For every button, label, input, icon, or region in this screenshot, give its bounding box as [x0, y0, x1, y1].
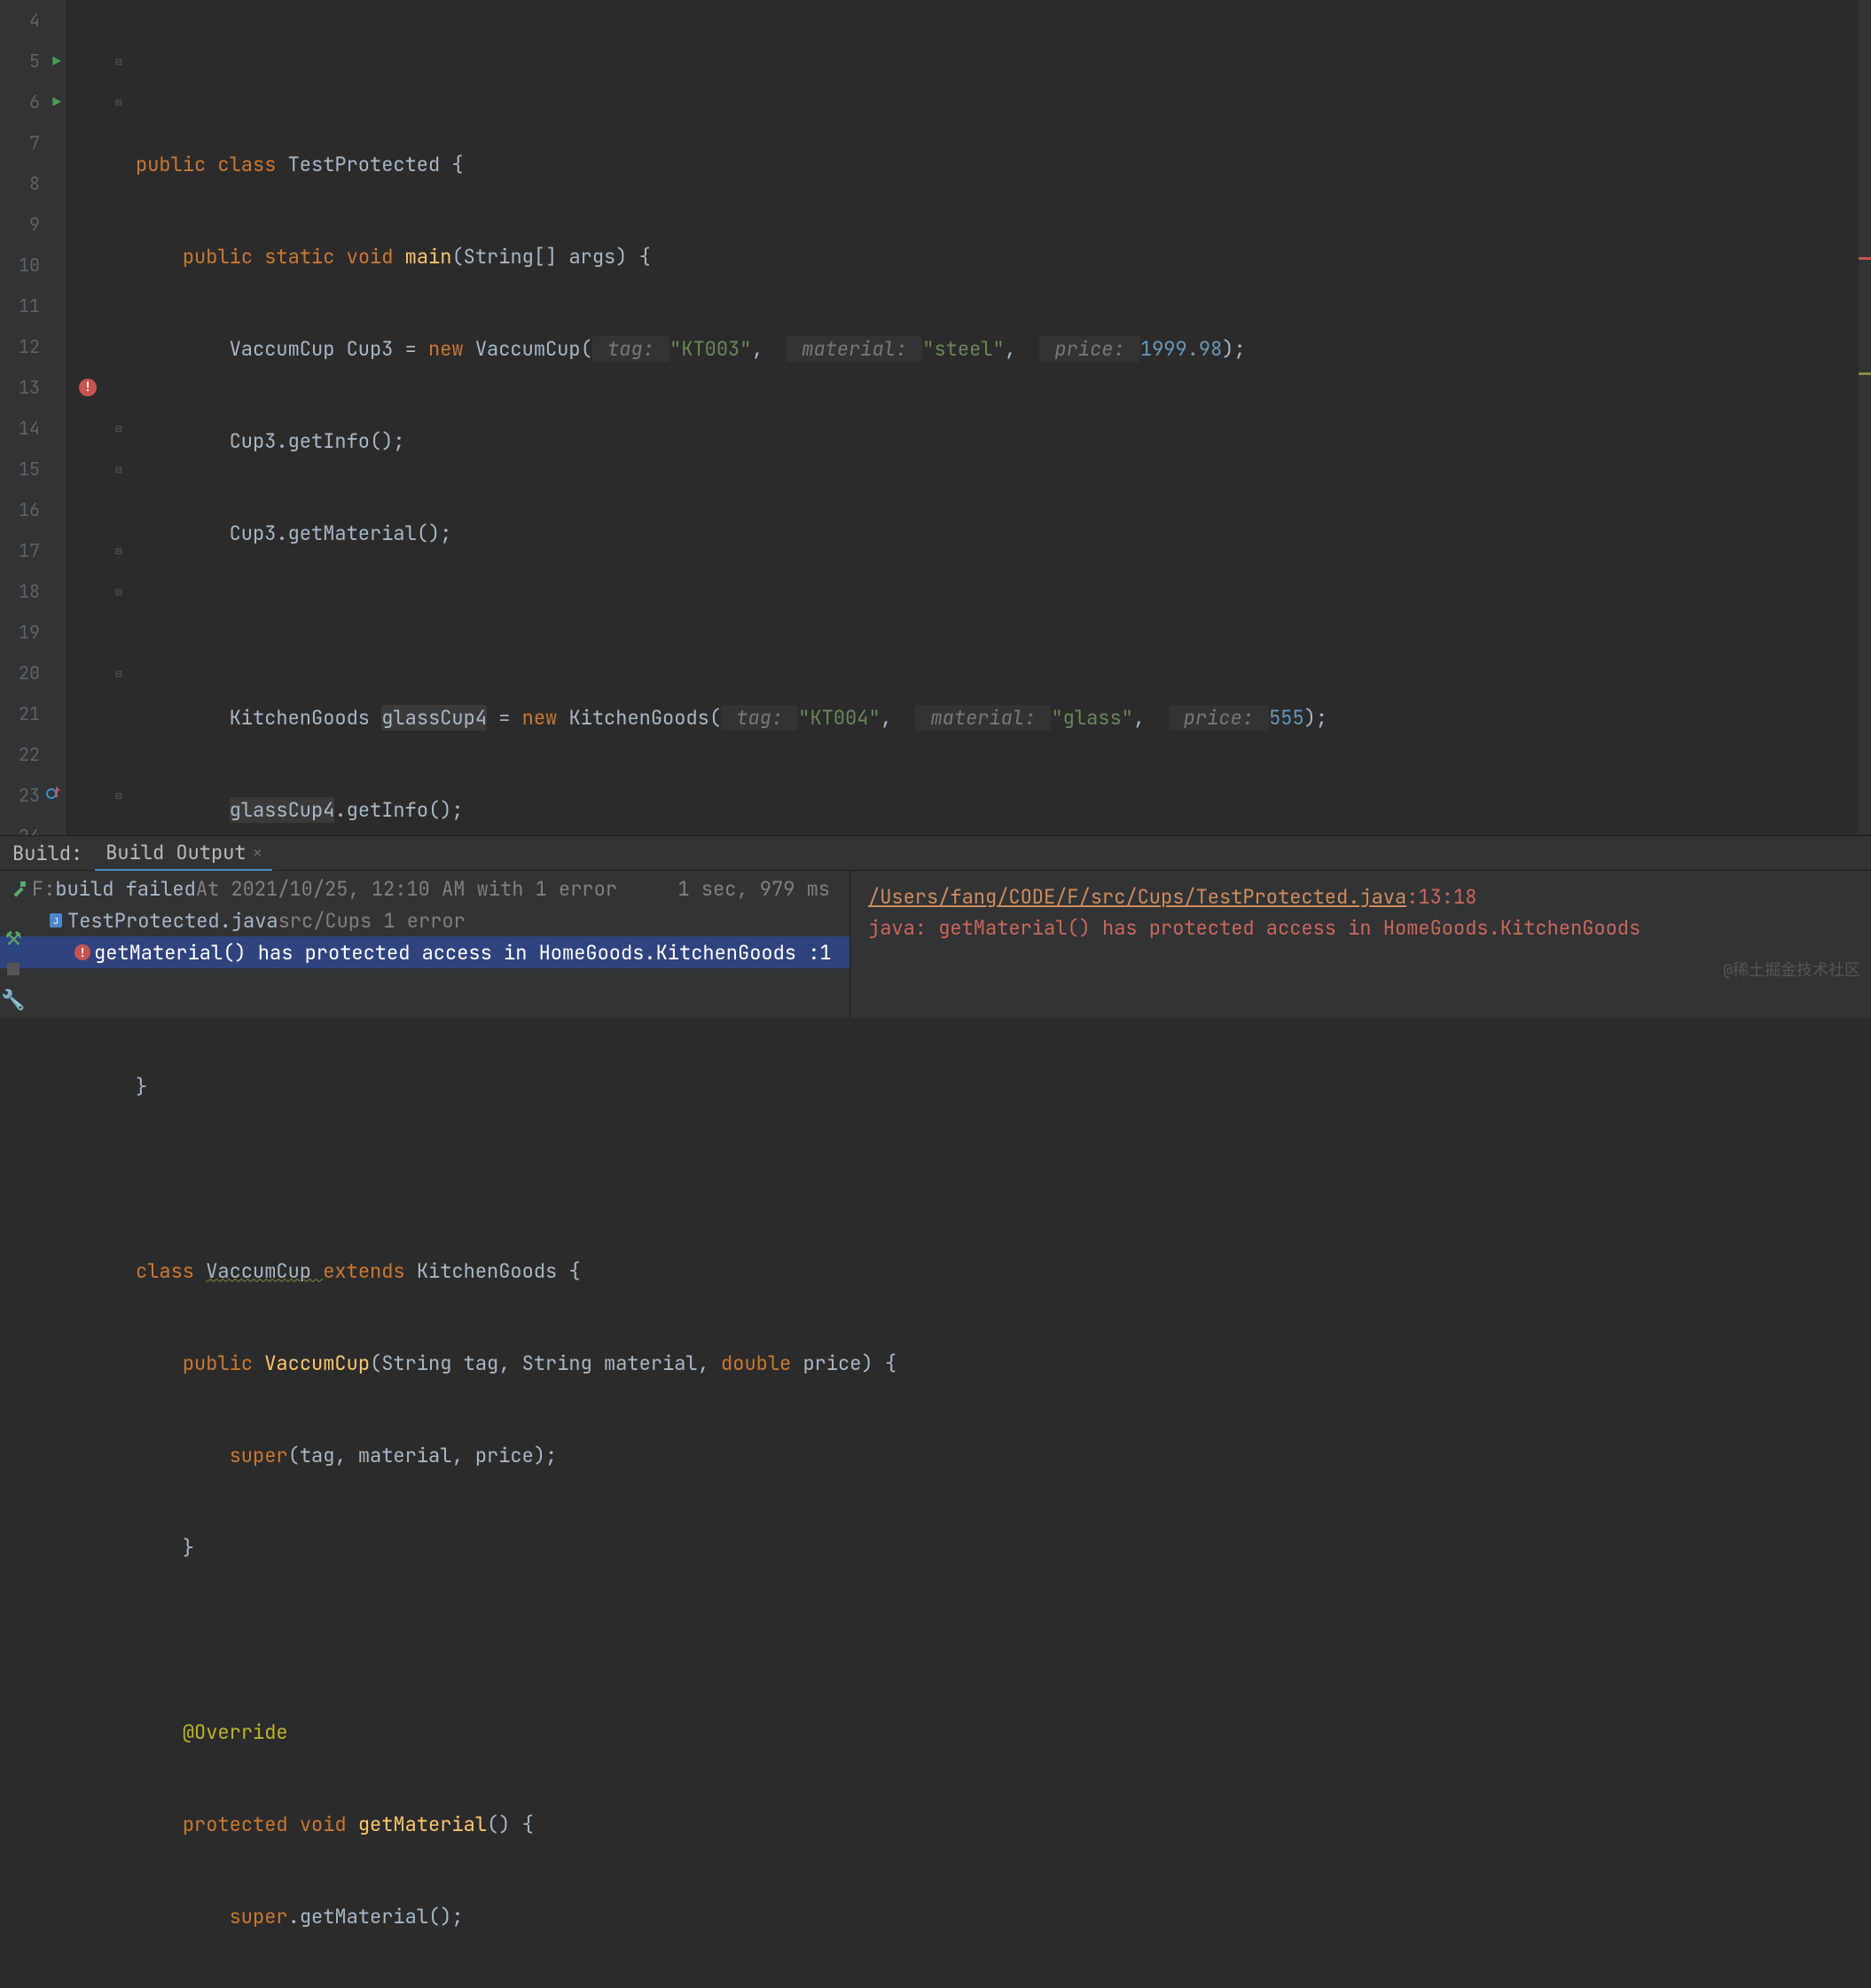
fold-gutter: ⊟ ⊟ ⊟ ⊟ ⊟ ⊟ ⊟ ⊟ — [111, 0, 127, 836]
build-timing: 1 sec, 979 ms — [677, 876, 849, 902]
line-number[interactable]: 16 — [0, 489, 65, 530]
fold-toggle[interactable]: ⊟ — [111, 775, 127, 816]
build-root[interactable]: F: build failed At 2021/10/25, 12:10 AM … — [0, 873, 849, 904]
line-number[interactable]: 7 — [0, 122, 65, 163]
error-stripe[interactable] — [1859, 0, 1871, 834]
editor-area: 4 5▶ 6▶ 7 8 9 10 11 12 13 14 15 16 17 18… — [0, 0, 1871, 836]
line-number[interactable]: 17 — [0, 530, 65, 571]
line-number[interactable]: 8 — [0, 163, 65, 204]
hammer-icon[interactable]: ⚒ — [4, 926, 22, 951]
line-number[interactable]: 15 — [0, 449, 65, 489]
line-number[interactable]: 23 — [0, 775, 65, 816]
build-detail[interactable]: /Users/fang/CODE/F/src/Cups/TestProtecte… — [850, 871, 1871, 1019]
line-number[interactable]: 10 — [0, 245, 65, 286]
marks-gutter: ! — [65, 0, 111, 836]
build-tabs: Build: Build Output✕ — [0, 836, 1871, 871]
watermark: @稀土掘金技术社区 — [1723, 958, 1860, 981]
line-number-gutter[interactable]: 4 5▶ 6▶ 7 8 9 10 11 12 13 14 15 16 17 18… — [0, 0, 66, 857]
close-icon[interactable]: ✕ — [254, 843, 262, 862]
file-link[interactable]: /Users/fang/CODE/F/src/Cups/TestProtecte… — [868, 884, 1406, 910]
error-mark[interactable]: ! — [65, 367, 111, 408]
fold-toggle[interactable]: ⊟ — [111, 82, 127, 122]
line-number[interactable]: 21 — [0, 693, 65, 734]
error-bulb-icon[interactable]: ! — [79, 379, 97, 396]
tab-build-output[interactable]: Build Output✕ — [95, 835, 272, 871]
line-number[interactable]: 12 — [0, 326, 65, 367]
build-tree[interactable]: F: build failed At 2021/10/25, 12:10 AM … — [0, 871, 850, 1019]
svg-text:J: J — [53, 915, 59, 927]
fold-close[interactable]: ⊟ — [111, 449, 127, 489]
build-panel: Build: Build Output✕ F: build failed At … — [0, 835, 1871, 1018]
stop-icon[interactable] — [7, 963, 20, 975]
build-label: Build: — [0, 841, 95, 866]
line-number[interactable]: 4 — [0, 0, 65, 41]
build-file[interactable]: J TestProtected.java src/Cups 1 error — [0, 904, 849, 936]
fold-toggle[interactable]: ⊟ — [111, 571, 127, 612]
line-number[interactable]: 9 — [0, 204, 65, 245]
fold-close[interactable]: ⊟ — [111, 653, 127, 693]
build-side-toolbar: ⚒ 🔧 — [0, 920, 27, 1018]
run-icon[interactable]: ▶ — [52, 93, 61, 112]
line-number[interactable]: 6▶ — [0, 82, 65, 122]
error-stripe-mark[interactable] — [1859, 257, 1871, 260]
run-icon[interactable]: ▶ — [52, 52, 61, 71]
line-number[interactable]: 5▶ — [0, 41, 65, 82]
fold-toggle[interactable]: ⊟ — [111, 41, 127, 82]
wrench-icon[interactable]: 🔧 — [1, 987, 25, 1013]
line-number[interactable]: 11 — [0, 286, 65, 326]
line-number[interactable]: 13 — [0, 367, 65, 408]
override-icon[interactable] — [45, 784, 61, 807]
error-icon: ! — [71, 944, 94, 960]
warning-stripe-mark[interactable] — [1859, 372, 1871, 375]
line-number[interactable]: 18 — [0, 571, 65, 612]
fold-close[interactable]: ⊟ — [111, 408, 127, 449]
hammer-icon — [9, 880, 32, 897]
java-file-icon: J — [44, 912, 67, 929]
line-number[interactable]: 14 — [0, 408, 65, 449]
line-number[interactable]: 20 — [0, 653, 65, 693]
fold-toggle[interactable]: ⊟ — [111, 530, 127, 571]
line-number[interactable]: 19 — [0, 612, 65, 653]
line-number[interactable]: 22 — [0, 734, 65, 775]
build-error-item[interactable]: ! getMaterial() has protected access in … — [0, 936, 849, 968]
code-editor[interactable]: public class TestProtected { public stat… — [129, 0, 1859, 836]
